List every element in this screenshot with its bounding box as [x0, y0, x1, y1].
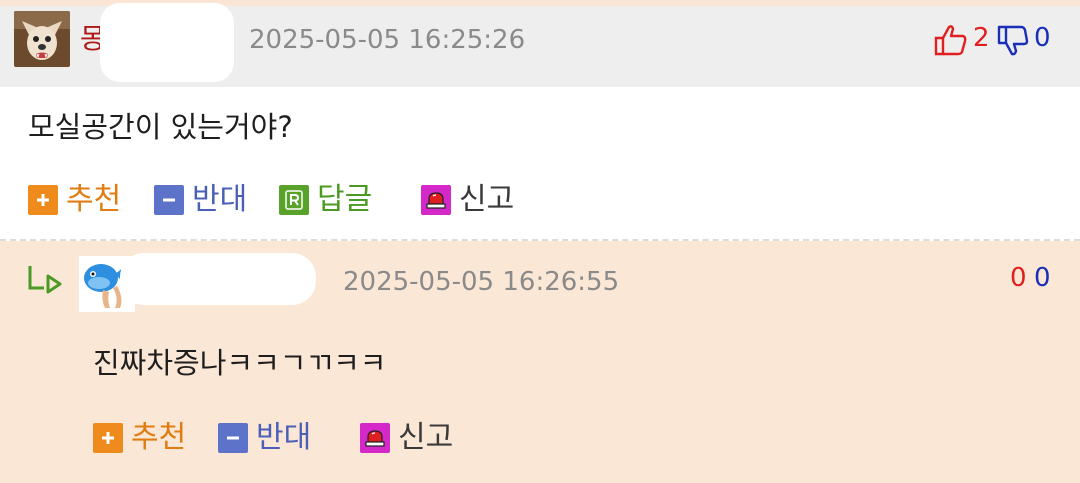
- reply-button[interactable]: 답글: [279, 182, 372, 218]
- recommend-label: 추천: [131, 420, 187, 455]
- plus-icon: [93, 423, 123, 453]
- upvote-count: 0: [1010, 263, 1027, 293]
- oppose-label: 반대: [256, 420, 312, 455]
- siren-icon: [421, 185, 451, 215]
- recommend-button[interactable]: 추천: [93, 420, 186, 456]
- downvote-count: 0: [1034, 263, 1051, 293]
- plus-icon: [28, 185, 58, 215]
- downvote-count: 0: [1034, 23, 1051, 53]
- comment-body: 모실공간이 있는거야?: [28, 110, 293, 144]
- reply-arrow-icon: [26, 262, 66, 298]
- oppose-button[interactable]: 반대: [154, 182, 247, 218]
- report-button[interactable]: 신고: [421, 182, 514, 218]
- minus-icon: [154, 185, 184, 215]
- recommend-button[interactable]: 추천: [28, 182, 121, 218]
- redaction-overlay: [100, 3, 234, 82]
- comment-timestamp: 2025-05-05 16:25:26: [249, 25, 526, 55]
- redaction-overlay: [120, 253, 316, 305]
- oppose-button[interactable]: 반대: [218, 420, 311, 456]
- report-label: 신고: [459, 182, 515, 217]
- thumbs-down-icon[interactable]: [997, 25, 1029, 57]
- minus-icon: [218, 423, 248, 453]
- report-button[interactable]: 신고: [360, 420, 453, 456]
- reply-r-icon: [279, 185, 309, 215]
- siren-icon: [360, 423, 390, 453]
- recommend-label: 추천: [66, 182, 122, 217]
- upvote-count: 2: [973, 23, 990, 53]
- comment-body: 진짜차증나ㅋㅋㄱㄲㅋㅋ: [93, 346, 387, 380]
- dog-avatar-icon[interactable]: [14, 11, 70, 67]
- comment-timestamp: 2025-05-05 16:26:55: [343, 267, 620, 297]
- reply-label: 답글: [317, 182, 373, 217]
- thumbs-up-icon[interactable]: [934, 24, 968, 56]
- oppose-label: 반대: [192, 182, 248, 217]
- report-label: 신고: [398, 420, 454, 455]
